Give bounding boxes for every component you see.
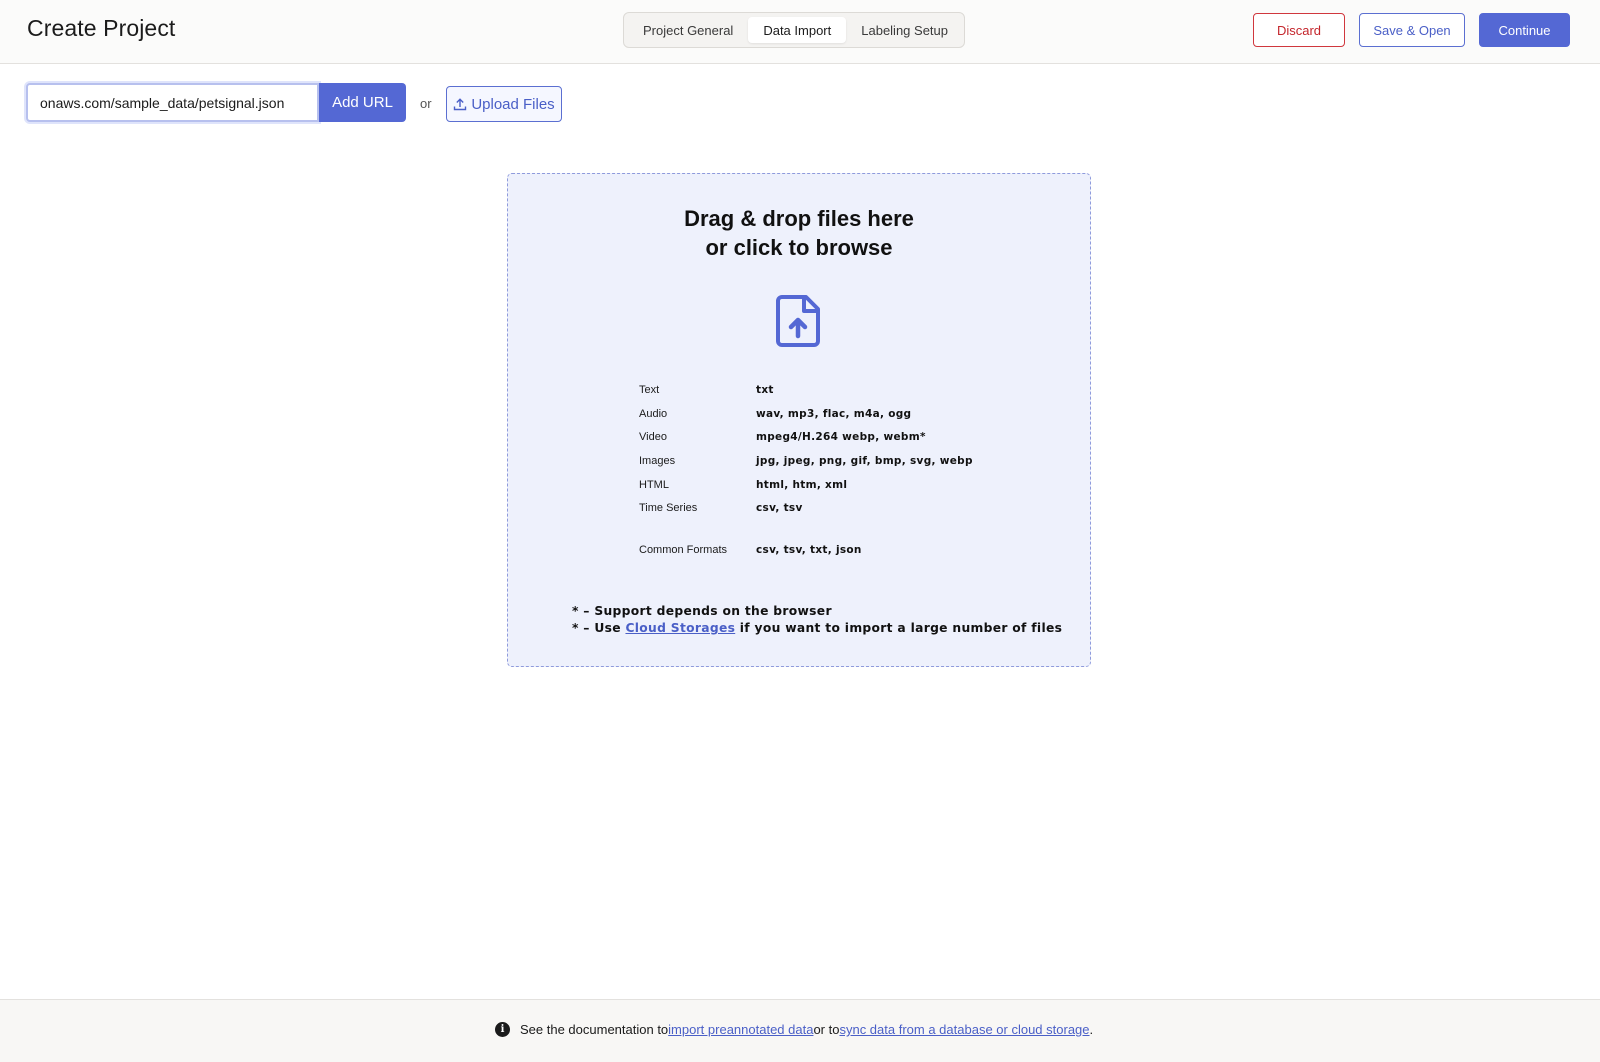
note-prefix: * – Use [572, 621, 626, 635]
header: Create Project Project General Data Impo… [0, 0, 1600, 64]
page-title: Create Project [27, 15, 176, 41]
file-upload-icon [776, 295, 820, 347]
format-row: Audio wav, mp3, flac, m4a, ogg [639, 402, 1019, 426]
save-open-button[interactable]: Save & Open [1359, 13, 1465, 47]
documentation-hint: i See the documentation to import preann… [495, 1022, 1093, 1037]
format-type: Images [639, 454, 676, 467]
tab-project-general[interactable]: Project General [628, 17, 748, 43]
format-type: Common Formats [639, 543, 728, 556]
add-url-button[interactable]: Add URL [319, 83, 406, 122]
url-import-group: Add URL [26, 83, 406, 122]
upload-files-button[interactable]: Upload Files [446, 86, 562, 122]
format-row: Time Series csv, tsv [639, 496, 1019, 520]
discard-button[interactable]: Discard [1253, 13, 1345, 47]
import-preannotated-link[interactable]: import preannotated data [668, 1022, 813, 1037]
format-row: Video mpeg4/H.264 webp, webm* [639, 425, 1019, 449]
footer: i See the documentation to import preann… [0, 999, 1600, 1062]
create-project-page: Create Project Project General Data Impo… [0, 0, 1600, 1062]
format-type: HTML [639, 478, 669, 491]
or-separator: or [420, 96, 432, 111]
footer-text-prefix: See the documentation to [520, 1022, 669, 1037]
format-extensions: html, htm, xml [756, 478, 848, 491]
upload-files-label: Upload Files [471, 95, 555, 113]
format-type: Video [639, 431, 667, 444]
browser-support-note: * – Support depends on the browser [572, 604, 832, 618]
format-extensions: mpeg4/H.264 webp, webm* [756, 431, 926, 444]
info-icon: i [495, 1022, 510, 1037]
tab-labeling-setup[interactable]: Labeling Setup [846, 17, 963, 43]
format-extensions: jpg, jpeg, png, gif, bmp, svg, webp [756, 454, 973, 467]
dropzone-title-line2: or click to browse [705, 235, 893, 260]
cloud-storages-link[interactable]: Cloud Storages [625, 621, 735, 635]
footer-text-suffix: . [1089, 1022, 1094, 1037]
upload-icon [454, 98, 467, 111]
format-row-common: Common Formats csv, tsv, txt, json [639, 538, 1019, 562]
tab-data-import[interactable]: Data Import [748, 17, 847, 43]
format-extensions: txt [756, 383, 774, 396]
dropzone-title-line1: Drag & drop files here [684, 206, 914, 231]
dropzone-notes: * – Support depends on the browser * – U… [572, 603, 1062, 637]
format-extensions: csv, tsv [756, 502, 803, 515]
format-row: HTML html, htm, xml [639, 473, 1019, 497]
format-type: Text [639, 383, 660, 396]
cloud-storage-note: * – Use Cloud Storages if you want to im… [572, 620, 1062, 637]
footer-text-middle: or to [813, 1022, 840, 1037]
dropzone-title: Drag & drop files here or click to brows… [508, 204, 1090, 262]
format-row: Text txt [639, 378, 1019, 402]
supported-formats: Text txt Audio wav, mp3, flac, m4a, ogg … [639, 378, 1019, 562]
note-suffix: if you want to import a large number of … [735, 621, 1063, 635]
step-tabs: Project General Data Import Labeling Set… [623, 12, 965, 48]
file-dropzone[interactable]: Drag & drop files here or click to brows… [507, 173, 1091, 667]
format-extensions: csv, tsv, txt, json [756, 543, 862, 556]
continue-button[interactable]: Continue [1479, 13, 1570, 47]
format-extensions: wav, mp3, flac, m4a, ogg [756, 407, 912, 420]
format-row: Images jpg, jpeg, png, gif, bmp, svg, we… [639, 449, 1019, 473]
dataset-url-input[interactable] [26, 83, 319, 122]
sync-data-link[interactable]: sync data from a database or cloud stora… [839, 1022, 1089, 1037]
format-type: Time Series [639, 502, 698, 515]
format-type: Audio [639, 407, 668, 420]
